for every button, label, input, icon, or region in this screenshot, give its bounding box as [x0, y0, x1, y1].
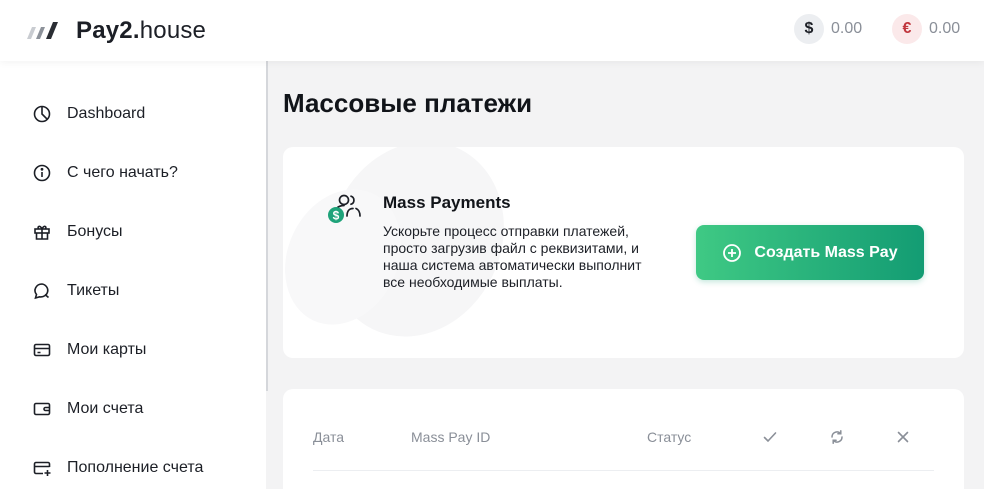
sidebar-item-label: Бонусы — [67, 223, 123, 240]
usd-balance[interactable]: $ 0.00 — [794, 13, 862, 45]
refresh-icon[interactable] — [829, 429, 845, 445]
sidebar-item-label: Тикеты — [67, 282, 120, 299]
column-header-date[interactable]: Дата — [313, 429, 344, 445]
users-money-icon: $ — [328, 194, 361, 223]
sidebar-item-getting-started[interactable]: С чего начать? — [32, 161, 252, 185]
gift-icon — [34, 225, 50, 240]
dollar-symbol: $ — [333, 209, 340, 223]
card-add-icon — [33, 461, 51, 476]
credit-card-icon — [33, 343, 51, 357]
eur-balance[interactable]: € 0.00 — [892, 13, 960, 45]
sidebar-item-bonuses[interactable]: Бонусы — [32, 220, 252, 244]
page-title: Массовые платежи — [283, 88, 533, 118]
info-icon — [33, 164, 51, 182]
close-icon[interactable] — [895, 429, 911, 445]
mass-payments-card: $ Mass Payments Ускорьте процесс отправк… — [283, 147, 964, 358]
chat-bubble-icon — [34, 283, 50, 300]
sidebar-item-label: Мои карты — [67, 341, 147, 358]
sidebar: Dashboard С чего начать? Бонусы Тикеты М… — [0, 61, 266, 489]
wallet-icon — [33, 402, 51, 416]
table-divider — [313, 470, 934, 471]
column-header-mass-pay-id[interactable]: Mass Pay ID — [411, 429, 490, 445]
sidebar-item-label: Dashboard — [67, 105, 146, 122]
sidebar-item-label: С чего начать? — [67, 164, 178, 181]
column-header-status[interactable]: Статус — [647, 429, 691, 445]
sidebar-item-my-accounts[interactable]: Мои счета — [32, 397, 252, 421]
brand-logo-icon — [27, 22, 58, 39]
top-header: Pay2.house $ 0.00 € 0.00 — [0, 0, 984, 61]
sidebar-item-top-up[interactable]: Пополнение счета — [32, 456, 252, 480]
eur-amount: 0.00 — [929, 20, 961, 37]
sidebar-item-my-cards[interactable]: Мои карты — [32, 338, 252, 362]
euro-icon: € — [892, 14, 922, 44]
dollar-icon: $ — [794, 14, 824, 44]
sidebar-item-label: Мои счета — [67, 400, 144, 417]
promo-description: Ускорьте процесс отправки платежей, прос… — [383, 223, 642, 290]
check-icon[interactable] — [762, 429, 778, 445]
sidebar-item-dashboard[interactable]: Dashboard — [32, 102, 252, 126]
plus-circle-icon — [723, 243, 742, 262]
brand-logo[interactable]: Pay2.house — [24, 16, 206, 46]
usd-amount: 0.00 — [831, 20, 863, 37]
create-mass-pay-button[interactable]: Создать Mass Pay — [696, 225, 924, 280]
sidebar-scrollbar[interactable] — [266, 61, 268, 391]
promo-title: Mass Payments — [383, 193, 511, 212]
sidebar-item-tickets[interactable]: Тикеты — [32, 279, 252, 303]
pie-chart-icon — [33, 105, 51, 123]
create-mass-pay-label: Создать Mass Pay — [754, 243, 898, 261]
mass-pay-table: Дата Mass Pay ID Статус — [283, 389, 964, 489]
sidebar-item-label: Пополнение счета — [67, 459, 204, 476]
brand-name: Pay2.house — [76, 17, 207, 44]
